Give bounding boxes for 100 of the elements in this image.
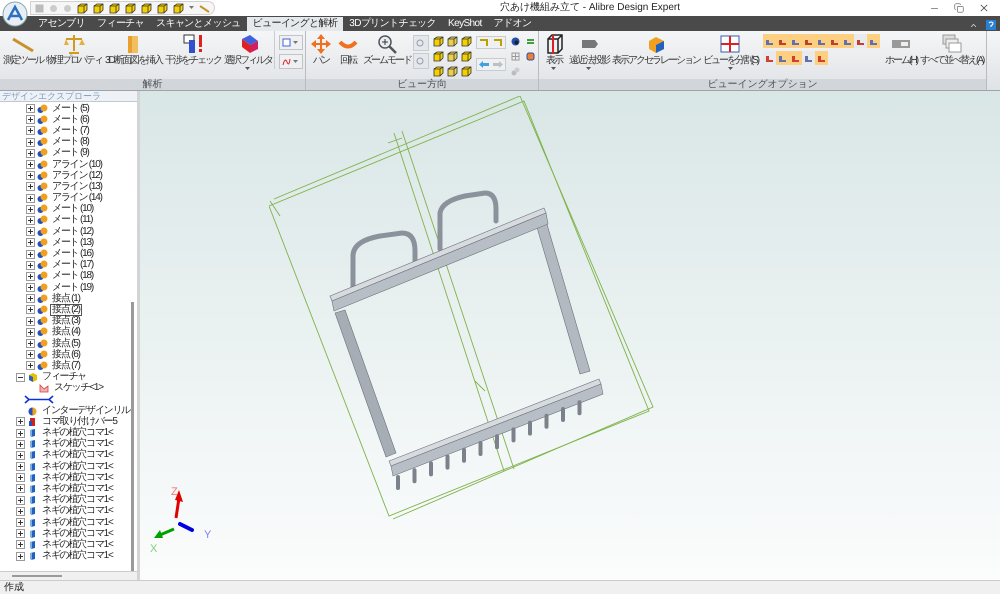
dropdown-button[interactable] bbox=[278, 54, 303, 69]
ribbon-button[interactable]: 測定ツール bbox=[2, 31, 44, 77]
tree-item[interactable]: メート (17) bbox=[50, 259, 95, 272]
eye-icon[interactable] bbox=[510, 36, 521, 47]
cube-icon[interactable] bbox=[460, 66, 472, 77]
cube-icon[interactable] bbox=[77, 2, 88, 14]
expand-icon[interactable] bbox=[26, 171, 35, 180]
render-option-button[interactable] bbox=[841, 34, 854, 48]
expand-icon[interactable] bbox=[26, 227, 35, 236]
expand-icon[interactable] bbox=[16, 506, 25, 516]
tree-item[interactable]: 接点 (7) bbox=[50, 360, 82, 372]
ribbon-button[interactable]: パン bbox=[308, 31, 334, 77]
cube-icon[interactable] bbox=[446, 36, 458, 48]
cube-icon[interactable] bbox=[125, 2, 136, 14]
expand-icon[interactable] bbox=[26, 260, 35, 270]
ribbon-button[interactable]: 表示アクセラレーション bbox=[610, 31, 701, 77]
expand-icon[interactable] bbox=[16, 417, 25, 426]
tree-item[interactable]: メート (7) bbox=[50, 124, 91, 137]
cube-icon[interactable] bbox=[141, 2, 152, 14]
render-option-button[interactable] bbox=[776, 51, 790, 65]
render-option-button[interactable] bbox=[867, 34, 880, 48]
expand-icon[interactable] bbox=[16, 496, 25, 505]
tree-item[interactable]: ネギの植穴コマ1< bbox=[40, 550, 115, 562]
tree-item[interactable]: メート (12) bbox=[50, 226, 95, 238]
expand-icon[interactable] bbox=[26, 182, 35, 192]
expand-icon[interactable] bbox=[26, 283, 35, 292]
expand-icon[interactable] bbox=[26, 238, 35, 248]
expand-icon[interactable] bbox=[26, 294, 35, 304]
tree-item[interactable]: 接点 (2) bbox=[50, 304, 82, 316]
cube-icon[interactable] bbox=[432, 50, 444, 62]
render-option-button[interactable] bbox=[802, 51, 816, 65]
ribbon-button[interactable]: ホーム(H) bbox=[884, 31, 918, 77]
ribbon-button[interactable]: ズームモード bbox=[362, 31, 412, 77]
ribbon-button[interactable]: 物理プロパティ bbox=[45, 31, 103, 77]
ribbon-button[interactable]: 表示 bbox=[540, 31, 567, 77]
expand-icon[interactable] bbox=[16, 529, 25, 538]
expand-icon[interactable] bbox=[16, 552, 25, 561]
tree-item[interactable]: スケッチ<1> bbox=[52, 382, 105, 394]
tree-item[interactable]: ネギの植穴コマ1< bbox=[40, 460, 115, 473]
tree-item[interactable]: 接点 (6) bbox=[50, 348, 82, 361]
ruler-icon[interactable] bbox=[199, 4, 210, 12]
ribbon-button[interactable]: 遠近法投影 bbox=[568, 31, 610, 77]
tree-item[interactable]: メート (19) bbox=[50, 282, 95, 294]
ribbon-tab[interactable]: ビューイングと解析 bbox=[246, 17, 344, 31]
collapse-icon[interactable] bbox=[16, 372, 25, 382]
tree-item[interactable]: ネギの植穴コマ1< bbox=[40, 528, 115, 540]
expand-icon[interactable] bbox=[16, 473, 25, 482]
tree-item[interactable]: フィーチャ bbox=[40, 371, 88, 384]
tree-item[interactable]: メート (8) bbox=[50, 136, 91, 148]
tree-item[interactable]: メート (9) bbox=[50, 147, 91, 160]
tree-item[interactable]: メート (16) bbox=[50, 248, 95, 260]
ribbon-tab[interactable]: 3Dプリントチェック bbox=[343, 17, 442, 31]
expand-icon[interactable] bbox=[16, 540, 25, 550]
tree-item[interactable]: メート (18) bbox=[50, 270, 95, 282]
tree-item[interactable]: ネギの植穴コマ1< bbox=[40, 505, 115, 518]
render-option-button[interactable] bbox=[854, 34, 868, 48]
expand-icon[interactable] bbox=[16, 518, 25, 528]
expand-icon[interactable] bbox=[26, 316, 35, 326]
expand-icon[interactable] bbox=[26, 160, 35, 170]
tree-item[interactable]: メート (6) bbox=[50, 114, 91, 126]
tree-item[interactable]: アライン (14) bbox=[50, 192, 104, 204]
ribbon-tab[interactable]: アドオン bbox=[488, 17, 538, 31]
ribbon-tab[interactable]: スキャンとメッシュ bbox=[150, 17, 247, 31]
tree-item[interactable]: ネギの植穴コマ1< bbox=[40, 472, 115, 484]
expand-icon[interactable] bbox=[26, 339, 35, 348]
render-option-button[interactable] bbox=[815, 51, 828, 65]
expand-icon[interactable] bbox=[16, 462, 25, 472]
cube-icon[interactable] bbox=[432, 66, 444, 77]
ribbon-button[interactable]: ビューを分割(S) bbox=[702, 31, 760, 77]
expand-icon[interactable] bbox=[26, 194, 35, 203]
expand-icon[interactable] bbox=[16, 450, 25, 460]
expand-icon[interactable] bbox=[26, 138, 35, 147]
expand-icon[interactable] bbox=[26, 361, 35, 370]
tree-item[interactable]: メート (11) bbox=[50, 214, 94, 226]
cube-icon[interactable] bbox=[460, 50, 472, 62]
expand-icon[interactable] bbox=[26, 350, 35, 360]
cube-icon[interactable] bbox=[446, 66, 458, 77]
restore-icon[interactable] bbox=[954, 3, 964, 13]
ribbon-button[interactable]: すべて並べ替え(A) bbox=[919, 31, 984, 77]
tree-item[interactable]: ネギの植穴コマ1< bbox=[40, 516, 115, 529]
expand-icon[interactable] bbox=[26, 126, 35, 136]
tree-item[interactable]: 接点 (5) bbox=[50, 338, 82, 350]
ribbon-tab[interactable]: アセンブリ bbox=[32, 17, 92, 31]
tree-item[interactable]: インターデザインリル bbox=[40, 404, 132, 417]
cube-icon[interactable] bbox=[109, 2, 120, 14]
close-icon[interactable] bbox=[978, 2, 990, 14]
ribbon-button[interactable]: 干渉をチェック bbox=[164, 31, 222, 77]
help-icon[interactable] bbox=[986, 20, 996, 30]
tree-item[interactable]: ネギの植穴コマ1< bbox=[40, 449, 115, 462]
dropdown-button[interactable] bbox=[278, 35, 303, 50]
expand-icon[interactable] bbox=[26, 272, 35, 281]
caret-icon[interactable] bbox=[189, 6, 194, 10]
tree-item[interactable]: メート (10) bbox=[50, 203, 95, 216]
cube-icon[interactable] bbox=[157, 2, 168, 14]
tree-item[interactable]: 接点 (1) bbox=[50, 292, 82, 305]
vertical-scrollbar[interactable] bbox=[131, 302, 134, 572]
tree-item[interactable]: メート (13) bbox=[50, 236, 95, 249]
cube-icon[interactable] bbox=[446, 50, 458, 62]
tree-item[interactable]: ネギの植穴コマ1< bbox=[40, 538, 115, 551]
expand-icon[interactable] bbox=[26, 104, 35, 114]
